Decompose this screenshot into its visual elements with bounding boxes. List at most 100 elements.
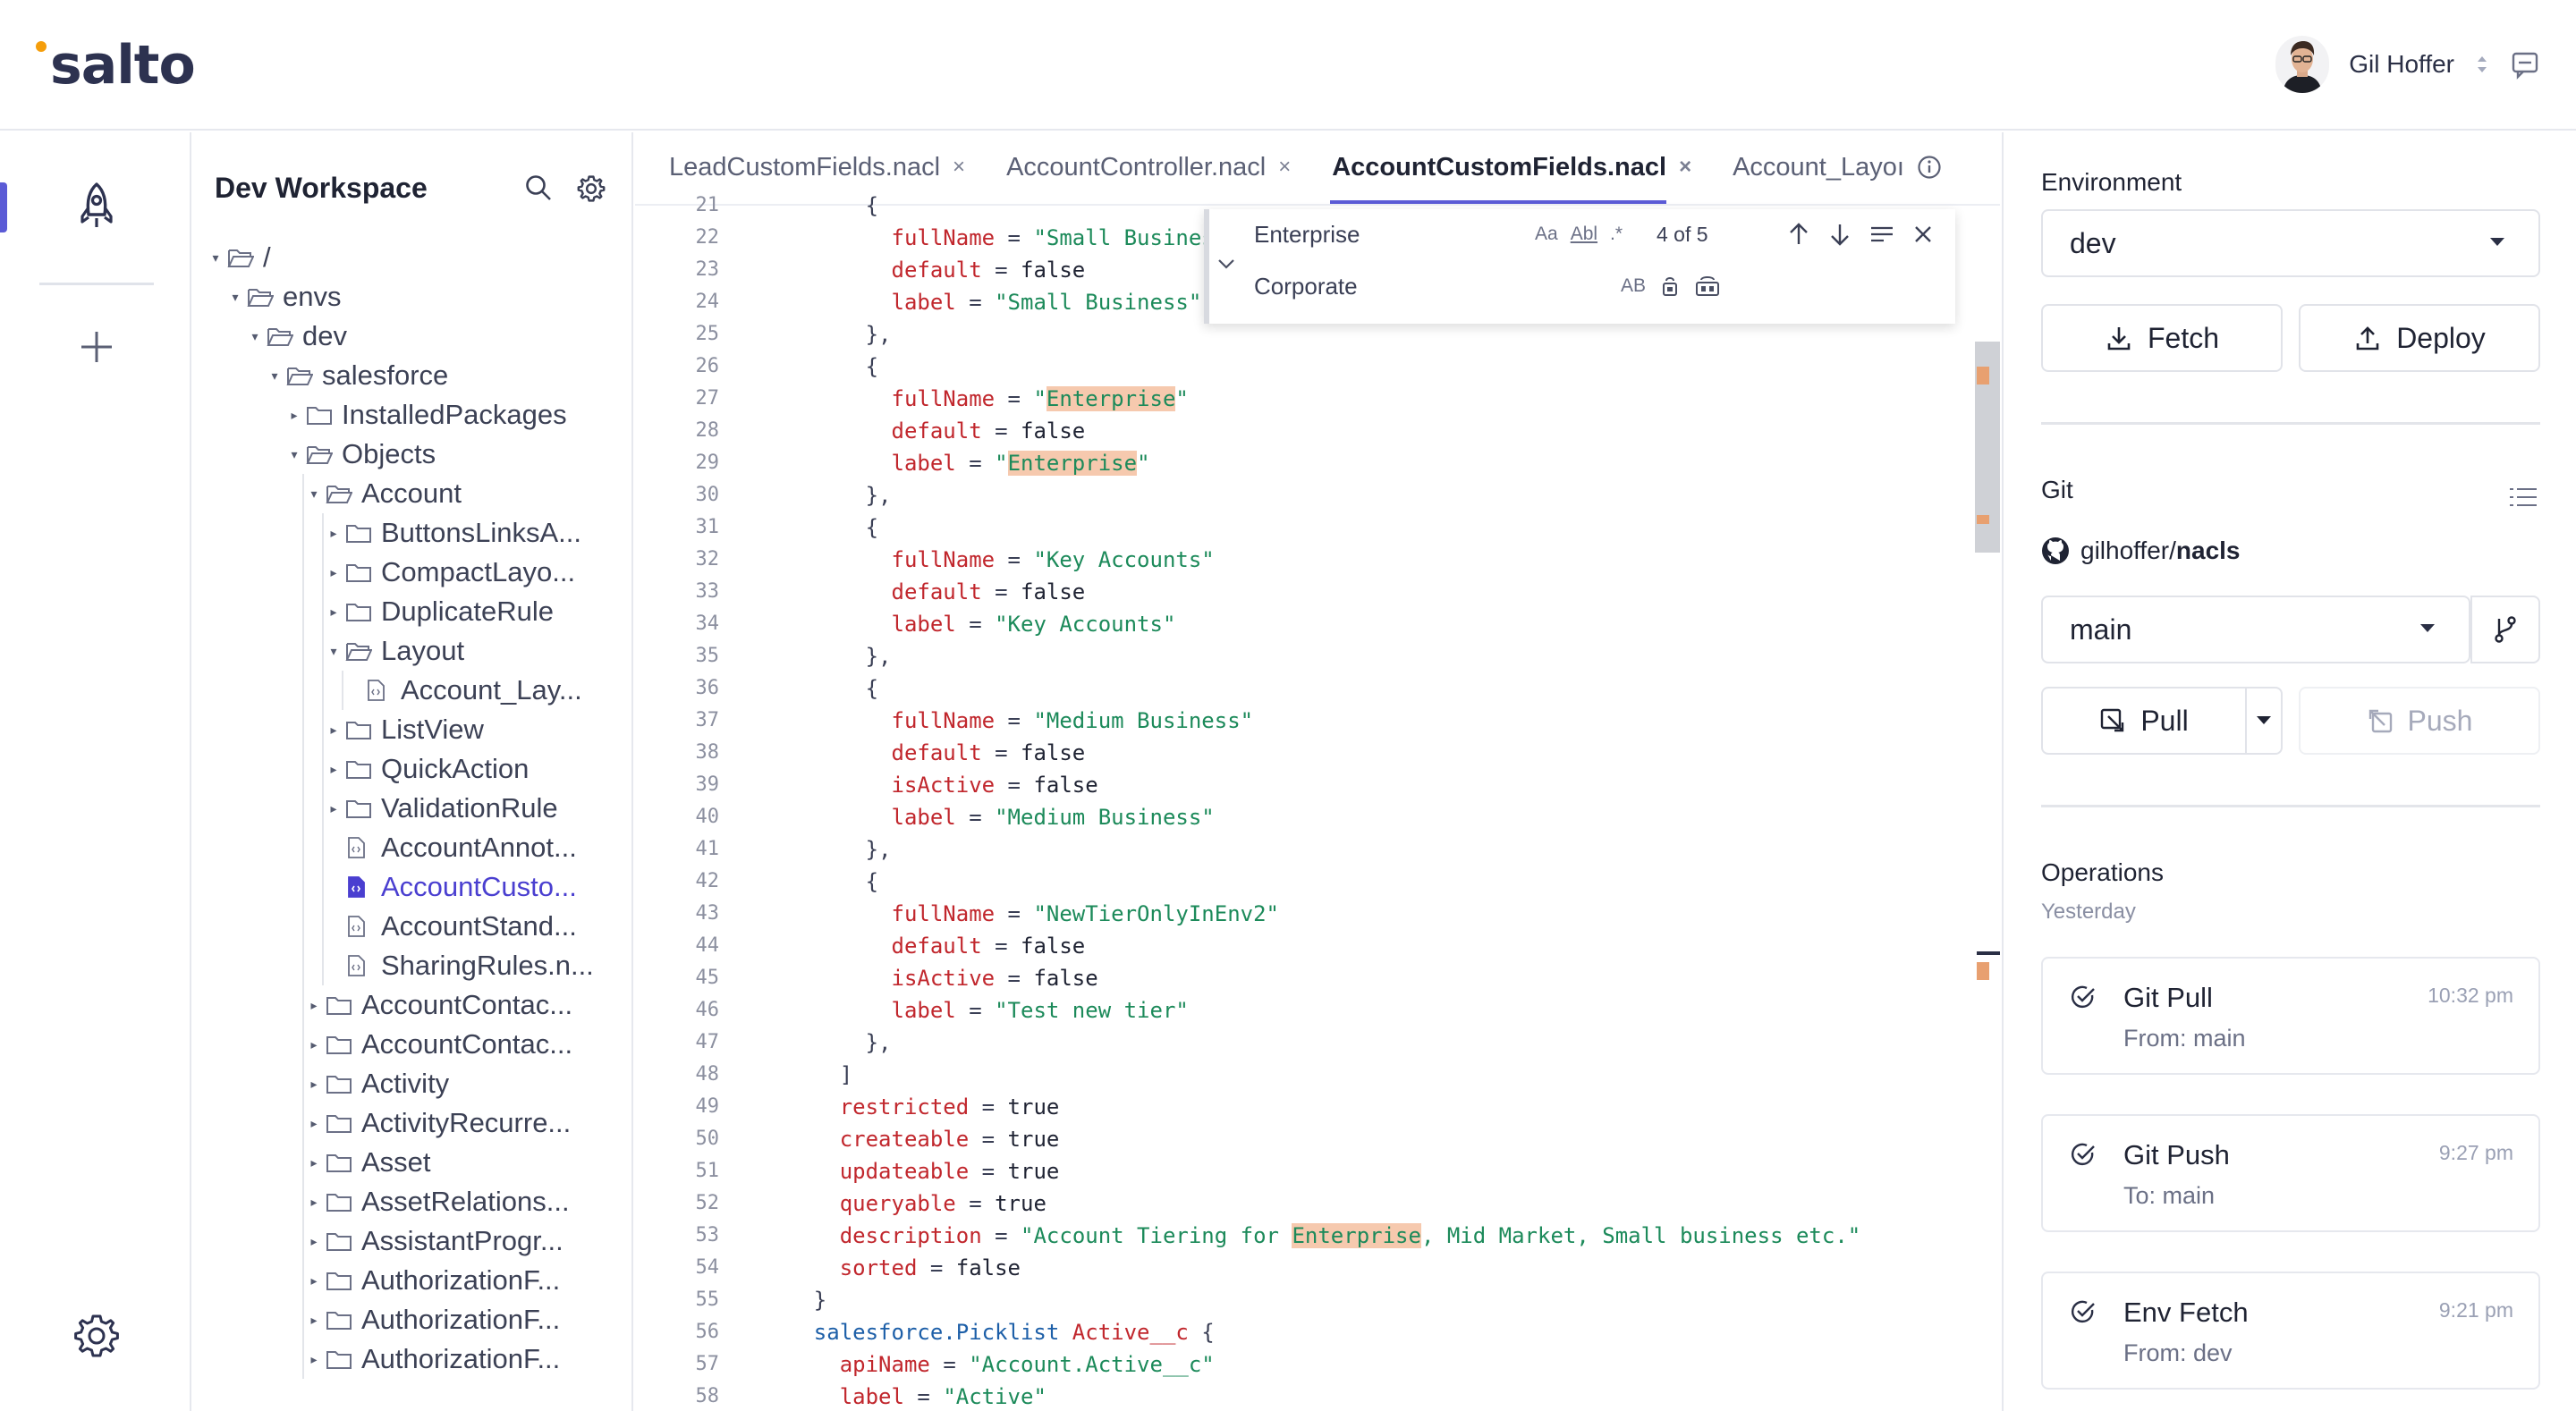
close-icon[interactable]: × bbox=[953, 155, 965, 180]
caret-down-icon[interactable]: ▾ bbox=[288, 447, 301, 462]
caret-down-icon[interactable]: ▾ bbox=[268, 368, 281, 384]
caret-right-icon[interactable]: ▸ bbox=[327, 526, 340, 541]
deploy-button[interactable]: Deploy bbox=[2299, 304, 2540, 372]
caret-down-icon[interactable]: ▾ bbox=[249, 329, 261, 344]
whole-word-toggle[interactable]: Abl bbox=[1571, 224, 1597, 245]
caret-right-icon[interactable]: ▸ bbox=[327, 762, 340, 777]
tree-folder[interactable]: ▸ AssetRelations... bbox=[193, 1182, 631, 1221]
replace-all-icon[interactable] bbox=[1694, 275, 1721, 298]
push-button[interactable]: Push bbox=[2299, 687, 2540, 755]
caret-down-icon[interactable]: ▾ bbox=[229, 290, 242, 305]
search-icon[interactable] bbox=[524, 173, 553, 204]
tree-file[interactable]: SharingRules.n... bbox=[193, 946, 631, 985]
find-in-selection-icon[interactable] bbox=[1869, 224, 1894, 245]
tree-file[interactable]: AccountStand... bbox=[193, 907, 631, 946]
tree-folder[interactable]: ▾ / bbox=[193, 238, 631, 277]
arrow-down-icon[interactable] bbox=[1828, 222, 1852, 247]
add-workspace-button[interactable] bbox=[61, 311, 132, 383]
close-icon[interactable] bbox=[1912, 224, 1934, 245]
caret-right-icon[interactable]: ▸ bbox=[288, 408, 301, 423]
tree-folder[interactable]: ▾ Account bbox=[193, 474, 631, 513]
caret-right-icon[interactable]: ▸ bbox=[327, 801, 340, 816]
salto-logo[interactable]: salto bbox=[36, 34, 196, 97]
code-line: 31 { bbox=[635, 511, 1977, 544]
user-menu[interactable]: Gil Hoffer bbox=[2275, 32, 2540, 97]
fetch-button[interactable]: Fetch bbox=[2041, 304, 2283, 372]
tree-folder[interactable]: ▸ AuthorizationF... bbox=[193, 1261, 631, 1300]
match-case-toggle[interactable]: Aa bbox=[1535, 224, 1558, 245]
caret-right-icon[interactable]: ▸ bbox=[308, 1155, 320, 1170]
settings-button[interactable] bbox=[61, 1300, 132, 1372]
tree-file[interactable]: AccountCusto... bbox=[193, 867, 631, 907]
regex-toggle[interactable]: .* bbox=[1610, 224, 1623, 245]
tree-indent-guide bbox=[322, 907, 324, 946]
tree-folder[interactable]: ▸ ActivityRecurre... bbox=[193, 1103, 631, 1143]
pull-button[interactable]: Pull bbox=[2041, 687, 2247, 755]
environment-select[interactable]: dev bbox=[2041, 209, 2540, 277]
tree-folder[interactable]: ▾ Layout bbox=[193, 631, 631, 671]
pull-options-button[interactable] bbox=[2245, 687, 2283, 755]
caret-right-icon[interactable]: ▸ bbox=[308, 1195, 320, 1210]
branch-select[interactable]: main bbox=[2041, 596, 2470, 663]
gear-icon[interactable] bbox=[576, 173, 606, 204]
list-icon[interactable] bbox=[2510, 486, 2537, 508]
tree-folder[interactable]: ▾ Objects bbox=[193, 435, 631, 474]
caret-right-icon[interactable]: ▸ bbox=[327, 604, 340, 620]
preserve-case-toggle[interactable]: AB bbox=[1621, 275, 1646, 297]
deploy-nav-button[interactable] bbox=[61, 170, 132, 241]
tree-file[interactable]: Account_Lay... bbox=[193, 671, 631, 710]
tree-folder[interactable]: ▾ dev bbox=[193, 317, 631, 356]
message-icon[interactable] bbox=[2510, 49, 2540, 80]
tree-folder[interactable]: ▾ envs bbox=[193, 277, 631, 317]
tree-folder[interactable]: ▸ AuthorizationF... bbox=[193, 1300, 631, 1339]
code-area[interactable]: 21 {22 fullName = "Small Business" 23 def… bbox=[635, 190, 1977, 1411]
caret-right-icon[interactable]: ▸ bbox=[327, 722, 340, 738]
caret-right-icon[interactable]: ▸ bbox=[327, 565, 340, 580]
tree-folder[interactable]: ▸ AccountContac... bbox=[193, 1025, 631, 1064]
tree-folder[interactable]: ▸ Asset bbox=[193, 1143, 631, 1182]
caret-right-icon[interactable]: ▸ bbox=[308, 1116, 320, 1131]
caret-right-icon[interactable]: ▸ bbox=[308, 998, 320, 1013]
tree-folder[interactable]: ▸ InstalledPackages bbox=[193, 395, 631, 435]
folder-icon bbox=[306, 403, 333, 427]
caret-down-icon[interactable]: ▾ bbox=[308, 486, 320, 502]
tree-folder[interactable]: ▸ ValidationRule bbox=[193, 789, 631, 828]
user-avatar[interactable] bbox=[2275, 36, 2330, 93]
operation-card[interactable]: Git Pull From: main 10:32 pm bbox=[2041, 957, 2540, 1075]
line-number: 56 bbox=[695, 1321, 720, 1343]
tree-folder[interactable]: ▸ AssistantProgr... bbox=[193, 1221, 631, 1261]
folder-open-icon bbox=[227, 246, 254, 269]
user-name[interactable]: Gil Hoffer bbox=[2349, 50, 2454, 79]
replace-icon[interactable] bbox=[1658, 275, 1682, 298]
arrow-up-icon[interactable] bbox=[1787, 222, 1810, 247]
caret-right-icon[interactable]: ▸ bbox=[308, 1037, 320, 1052]
caret-down-icon[interactable]: ▾ bbox=[327, 644, 340, 659]
tree-folder[interactable]: ▾ salesforce bbox=[193, 356, 631, 395]
find-input[interactable]: Enterprise bbox=[1254, 221, 1360, 249]
git-repository[interactable]: gilhoffer/nacls bbox=[2041, 537, 2241, 565]
new-branch-button[interactable] bbox=[2470, 596, 2540, 663]
tree-folder[interactable]: ▸ QuickAction bbox=[193, 749, 631, 789]
operation-card[interactable]: Git Push To: main 9:27 pm bbox=[2041, 1114, 2540, 1232]
sort-icon[interactable] bbox=[2474, 52, 2490, 77]
info-icon[interactable] bbox=[1917, 155, 1942, 180]
tree-folder[interactable]: ▸ AccountContac... bbox=[193, 985, 631, 1025]
caret-right-icon[interactable]: ▸ bbox=[308, 1273, 320, 1288]
caret-right-icon[interactable]: ▸ bbox=[308, 1313, 320, 1328]
tree-folder[interactable]: ▸ CompactLayo... bbox=[193, 553, 631, 592]
operation-card[interactable]: Env Fetch From: dev 9:21 pm bbox=[2041, 1272, 2540, 1390]
tree-item-label: CompactLayo... bbox=[381, 556, 576, 587]
tree-folder[interactable]: ▸ ButtonsLinksA... bbox=[193, 513, 631, 553]
replace-input[interactable]: Corporate bbox=[1254, 273, 1358, 300]
tree-folder[interactable]: ▸ AuthorizationF... bbox=[193, 1339, 631, 1379]
tree-folder[interactable]: ▸ DuplicateRule bbox=[193, 592, 631, 631]
tree-folder[interactable]: ▸ Activity bbox=[193, 1064, 631, 1103]
caret-right-icon[interactable]: ▸ bbox=[308, 1352, 320, 1367]
close-icon[interactable]: × bbox=[1679, 155, 1691, 180]
tree-file[interactable]: AccountAnnot... bbox=[193, 828, 631, 867]
caret-down-icon[interactable]: ▾ bbox=[209, 250, 222, 266]
caret-right-icon[interactable]: ▸ bbox=[308, 1234, 320, 1249]
tree-folder[interactable]: ▸ ListView bbox=[193, 710, 631, 749]
caret-right-icon[interactable]: ▸ bbox=[308, 1077, 320, 1092]
close-icon[interactable]: × bbox=[1278, 155, 1291, 180]
